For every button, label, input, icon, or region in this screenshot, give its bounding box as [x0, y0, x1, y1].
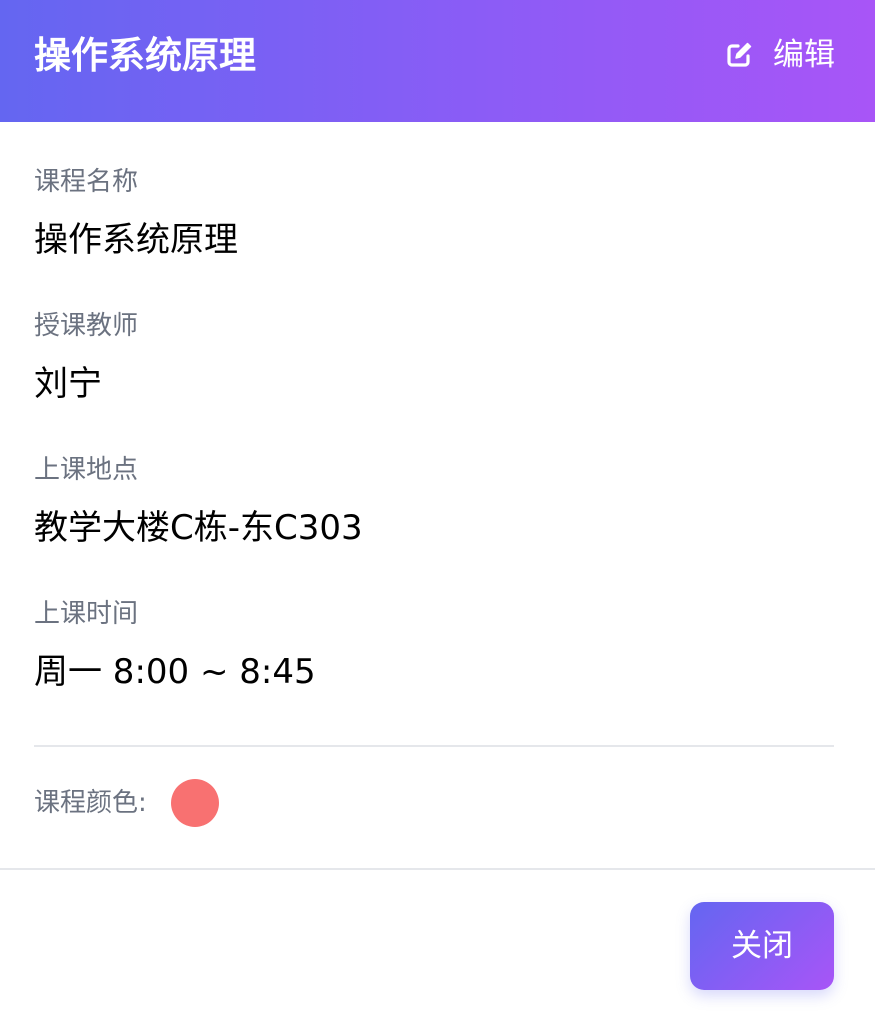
dialog-title: 操作系统原理	[34, 34, 256, 77]
close-label: 关闭	[731, 928, 793, 964]
teacher-value: 刘宁	[34, 364, 102, 404]
course-color-row: 课程颜色:	[34, 778, 219, 828]
dialog-header: 操作系统原理 编辑	[0, 0, 875, 122]
time-label: 上课时间	[34, 599, 139, 629]
footer-divider	[0, 868, 875, 870]
course-color-label: 课程颜色:	[34, 788, 147, 818]
location-label: 上课地点	[34, 455, 139, 485]
course-name-value: 操作系统原理	[34, 220, 238, 260]
teacher-label: 授课教师	[34, 311, 139, 341]
edit-icon	[727, 42, 752, 67]
section-divider	[34, 745, 834, 747]
course-detail-dialog: 操作系统原理 编辑 课程名称 操作系统原理 授课教师 刘宁 上课地点 教学大楼C…	[0, 0, 875, 1012]
edit-label: 编辑	[773, 37, 835, 73]
course-color-swatch	[170, 779, 219, 827]
edit-button[interactable]: 编辑	[723, 33, 835, 77]
location-value: 教学大楼C栋-东C303	[34, 508, 363, 548]
course-name-label: 课程名称	[34, 167, 139, 197]
time-value: 周一 8:00 ~ 8:45	[34, 652, 316, 692]
close-button[interactable]: 关闭	[690, 902, 834, 990]
